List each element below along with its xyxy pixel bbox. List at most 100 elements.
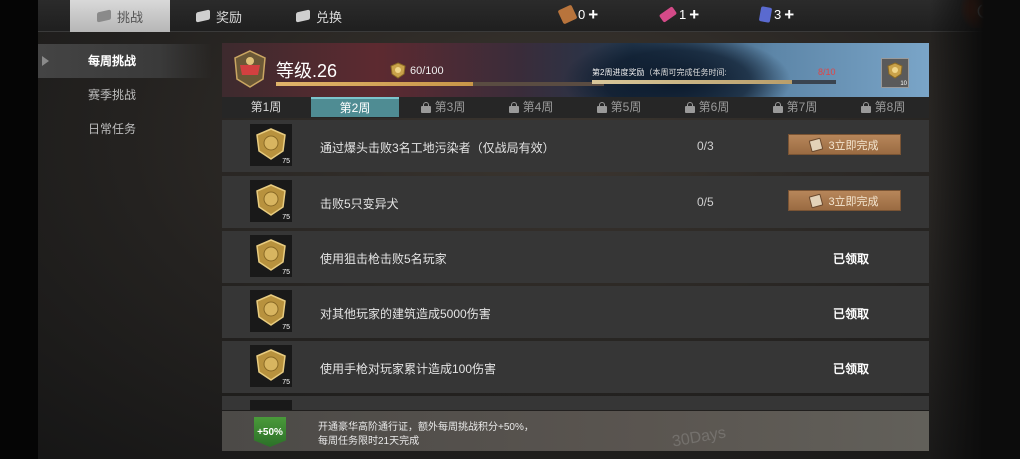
tab-week-5[interactable]: 第5周 (575, 97, 663, 118)
resource-pink-ticket-count: 1 (679, 7, 687, 22)
task-progress: 0/5 (697, 195, 714, 209)
task-row: 75 使用手枪对玩家累计造成100伤害 已领取 (222, 341, 929, 393)
medal-icon (256, 294, 286, 326)
xp-bar (276, 82, 604, 86)
medal-icon (256, 184, 286, 216)
task-reward-icon-box: 75 (250, 180, 292, 222)
tab-week-8[interactable]: 第8周 (839, 97, 927, 118)
instant-complete-button[interactable]: 3立即完成 (788, 134, 901, 155)
footer-line-1: 开通豪华高阶通行证，额外每周挑战积分+50%， (318, 422, 534, 433)
tab-exchange[interactable]: 兑换 (296, 0, 342, 32)
claimed-status: 已领取 (833, 307, 870, 321)
task-points: 75 (282, 324, 290, 331)
claimed-status: 已领取 (833, 362, 870, 376)
challenge-icon (96, 9, 111, 23)
tab-week-6[interactable]: 第6周 (663, 97, 751, 118)
bonus-badge: +50% (254, 417, 286, 447)
add-card-button[interactable]: + (784, 6, 794, 23)
sidebar-item-weekly[interactable]: 每周挑战 (38, 44, 212, 78)
tab-week-2-label: 第2周 (339, 100, 371, 115)
tab-reward-label: 奖励 (216, 9, 243, 25)
tab-week-3[interactable]: 第3周 (399, 97, 487, 118)
week-progress-sub: （本周可完成任务时间: (644, 68, 727, 77)
progress-reward-button[interactable]: 10 (881, 58, 909, 88)
task-reward-icon-box (250, 400, 292, 410)
task-row: 75 使用狙击枪击败5名玩家 已领取 (222, 231, 929, 283)
resource-pink-ticket: 1 + (658, 6, 699, 23)
pink-ticket-icon (658, 6, 678, 23)
lock-icon (684, 102, 695, 113)
tab-week-1[interactable]: 第1周 (222, 97, 310, 118)
ticket-icon (809, 193, 824, 208)
add-pink-ticket-button[interactable]: + (689, 6, 699, 23)
task-title: 使用狙击枪击败5名玩家 (320, 252, 447, 266)
footer-watermark: 30Days (670, 424, 728, 451)
task-points: 75 (282, 269, 290, 276)
tab-week-3-label: 第3周 (434, 100, 466, 114)
reward-icon (196, 9, 210, 23)
lock-icon (772, 102, 783, 113)
tab-week-4-label: 第4周 (522, 100, 554, 114)
lock-icon (508, 102, 519, 113)
premium-pass-banner[interactable]: 30Days +50% 开通豪华高阶通行证，额外每周挑战积分+50%， 每周任务… (222, 411, 929, 451)
tab-challenge[interactable]: 挑战 (70, 0, 170, 32)
medal-icon (256, 349, 286, 381)
medal-icon (256, 239, 286, 271)
task-title: 击败5只变异犬 (320, 197, 399, 211)
ticket-icon (809, 137, 824, 152)
footer-line-2: 每周任务限时21天完成 (318, 436, 420, 447)
resource-ticket-count: 0 (578, 7, 586, 22)
tab-week-8-label: 第8周 (874, 100, 906, 114)
task-list[interactable]: 75 通过爆头击败3名工地污染者（仅战局有效） 0/3 3立即完成 75 击败5… (222, 118, 929, 410)
instant-complete-label: 3立即完成 (828, 139, 879, 152)
card-icon (758, 6, 773, 23)
sidebar-item-daily[interactable]: 日常任务 (38, 112, 212, 146)
task-reward-icon-box: 75 (250, 235, 292, 277)
resource-card: 3 + (758, 6, 794, 23)
xp-text: 60/100 (410, 65, 444, 77)
lock-icon (860, 102, 871, 113)
task-points: 75 (282, 379, 290, 386)
tab-week-7[interactable]: 第7周 (751, 97, 839, 118)
add-ticket-button[interactable]: + (588, 6, 598, 23)
xp-medal-icon (390, 62, 406, 79)
lock-icon (596, 102, 607, 113)
task-title: 通过爆头击败3名工地污染者（仅战局有效） (320, 141, 555, 155)
tab-reward[interactable]: 奖励 (196, 0, 242, 32)
task-row: 75 击败5只变异犬 0/5 3立即完成 (222, 176, 929, 228)
exchange-icon (296, 9, 310, 23)
reward-count: 10 (900, 81, 907, 87)
task-row: 75 对其他玩家的建筑造成5000伤害 已领取 (222, 286, 929, 338)
task-points: 75 (282, 158, 290, 165)
tab-week-4[interactable]: 第4周 (487, 97, 575, 118)
week-progress-fill (592, 80, 793, 84)
tab-week-7-label: 第7周 (786, 100, 818, 114)
instant-complete-button[interactable]: 3立即完成 (788, 190, 901, 211)
task-title: 对其他玩家的建筑造成5000伤害 (320, 307, 491, 321)
resource-ticket: 0 + (557, 4, 598, 25)
task-progress: 0/3 (697, 139, 714, 153)
xp-bar-fill (276, 82, 473, 86)
medal-icon (256, 128, 286, 160)
week-progress-label: 第2周进度奖励（本周可完成任务时间: (592, 67, 727, 78)
reward-medal-icon (887, 62, 903, 79)
instant-complete-label: 3立即完成 (828, 195, 879, 208)
bonus-badge-label: +50% (257, 426, 283, 438)
tab-exchange-label: 兑换 (316, 9, 343, 25)
tab-week-2[interactable]: 第2周 (311, 97, 399, 117)
week-progress-bar (592, 80, 836, 84)
task-row-partial (222, 396, 929, 410)
tab-week-1-label: 第1周 (250, 100, 282, 114)
week-tabs: 第1周 第2周 第3周 第4周 第5周 第6周 第7周 第8周 (222, 97, 929, 118)
task-row: 75 通过爆头击败3名工地污染者（仅战局有效） 0/3 3立即完成 (222, 120, 929, 172)
tab-week-5-label: 第5周 (610, 100, 642, 114)
task-reward-icon-box: 75 (250, 290, 292, 332)
level-banner: 等级.26 60/100 第2周进度奖励（本周可完成任务时间: 8/10 10 (222, 43, 929, 97)
task-reward-icon-box: 75 (250, 345, 292, 387)
ticket-icon (557, 4, 578, 25)
sidebar-item-season[interactable]: 赛季挑战 (38, 78, 212, 112)
lock-icon (420, 102, 431, 113)
right-letterbox (930, 0, 1020, 459)
week-progress-count: 8/10 (818, 67, 836, 77)
tab-challenge-label: 挑战 (116, 9, 143, 25)
